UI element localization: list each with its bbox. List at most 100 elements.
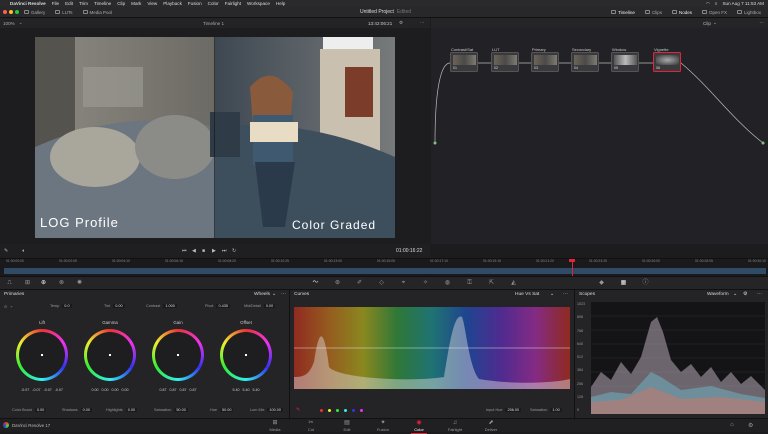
prev-clip-button[interactable]: ⏮ — [182, 248, 187, 254]
timeline-button[interactable]: Timeline — [606, 7, 640, 17]
auto-balance-icon[interactable]: ⊙ — [4, 304, 7, 309]
input-hue-value[interactable]: 256.00 — [505, 408, 522, 412]
page-media[interactable]: ⊞ Media — [259, 420, 291, 433]
node-primary[interactable]: Primary 03 — [531, 47, 559, 72]
red-swatch[interactable] — [320, 409, 323, 412]
node-contrast-sat[interactable]: Contrast/Sat 01 — [450, 47, 478, 72]
hue-control[interactable]: Hue 50.00 — [210, 408, 234, 412]
page-edit[interactable]: ▤ Edit — [331, 420, 363, 433]
menu-fairlight[interactable]: Fairlight — [225, 1, 241, 6]
curve-saturation-control[interactable]: Saturation 1.00 — [530, 408, 562, 412]
chevron-down-icon[interactable]: ⌄ — [272, 292, 276, 297]
lightbox-button[interactable]: Lightbox — [732, 7, 766, 17]
temp-control[interactable]: Temp 0.0 — [50, 304, 72, 308]
motion-effects-icon[interactable]: ✺ — [76, 280, 83, 287]
saturation-value[interactable]: 50.00 — [174, 408, 188, 412]
pen-tool-icon[interactable]: ✎ — [4, 248, 8, 254]
menu-mark[interactable]: Mark — [131, 1, 141, 6]
blue-swatch[interactable] — [352, 409, 355, 412]
lift-puck[interactable] — [41, 354, 43, 356]
offset-r[interactable]: 5.40 — [233, 388, 240, 392]
color-match-icon[interactable]: ⊞ — [24, 280, 31, 287]
wifi-icon[interactable]: ◠ — [706, 1, 710, 7]
gain-g[interactable]: 0.87 — [180, 388, 187, 392]
menu-edit[interactable]: Edit — [65, 1, 73, 6]
chevron-down-icon[interactable]: ⌄ — [19, 20, 23, 26]
lum-mix-value[interactable]: 100.00 — [267, 408, 283, 412]
sizing-icon[interactable]: ⇱ — [488, 280, 495, 287]
stop-button[interactable]: ■ — [202, 248, 205, 254]
loop-button[interactable]: ↻ — [232, 248, 236, 254]
tint-control[interactable]: Tint 0.00 — [104, 304, 125, 308]
media-pool-button[interactable]: Media Pool — [78, 7, 118, 17]
contrast-value[interactable]: 1.000 — [163, 304, 177, 308]
menu-file[interactable]: File — [52, 1, 59, 6]
menu-fusion[interactable]: Fusion — [188, 1, 202, 6]
gamma-r[interactable]: 0.00 — [102, 388, 109, 392]
more-options-icon[interactable]: ⋯ — [757, 292, 762, 297]
openfx-button[interactable]: Open FX — [697, 7, 732, 17]
camera-raw-icon[interactable]: ⎍ — [6, 280, 13, 287]
highlights-value[interactable]: 0.00 — [125, 408, 138, 412]
page-color[interactable]: ◉ Color — [403, 420, 435, 434]
chevron-down-icon[interactable]: ⌄ — [550, 292, 554, 297]
luts-button[interactable]: LUTs — [50, 7, 77, 17]
pivot-control[interactable]: Pivot 0.435 — [205, 304, 230, 308]
rgb-mixer-icon[interactable]: ⊗ — [58, 280, 65, 287]
offset-b[interactable]: 5.40 — [253, 388, 260, 392]
settings-icon[interactable]: ⚙ — [399, 20, 403, 26]
offset-color-ring[interactable] — [220, 329, 272, 381]
gallery-button[interactable]: Gallery — [19, 7, 50, 17]
gamma-color-ring[interactable] — [84, 329, 136, 381]
offset-puck[interactable] — [245, 354, 247, 356]
lift-wheel[interactable]: Lift -0.07 -0.07 -0.07 -0.07 — [12, 320, 72, 392]
highlights-control[interactable]: Highlights 0.00 — [106, 408, 138, 412]
tint-value[interactable]: 0.00 — [113, 304, 125, 308]
curve-saturation-value[interactable]: 1.00 — [550, 408, 562, 412]
gain-b[interactable]: 0.87 — [190, 388, 197, 392]
key-icon[interactable]: ⚿ — [466, 280, 473, 287]
blur-icon[interactable]: ◍ — [444, 280, 451, 287]
picker-icon[interactable]: ⌁ — [10, 304, 12, 309]
timeline-selector[interactable]: Timeline 1 — [203, 21, 224, 26]
saturation-control[interactable]: Saturation 50.00 — [154, 408, 188, 412]
color-warper-icon[interactable]: ⊛ — [334, 280, 341, 287]
zoom-dropdown[interactable]: 100% — [3, 21, 15, 26]
more-options-icon[interactable]: ⋯ — [281, 292, 286, 297]
more-options-icon[interactable]: ⋯ — [759, 20, 764, 26]
scopes-icon[interactable]: ▦ — [620, 280, 627, 287]
gain-r[interactable]: 0.87 — [170, 388, 177, 392]
window-icon[interactable]: ◇ — [378, 280, 385, 287]
menu-timeline[interactable]: Timeline — [94, 1, 111, 6]
curves-icon[interactable]: 〜 — [312, 280, 319, 287]
gamma-wheel[interactable]: Gamma 0.00 0.00 0.00 0.00 — [80, 320, 140, 392]
play-button[interactable]: ▶ — [212, 248, 216, 254]
mini-timeline[interactable]: 01:00:00:00 01:00:02:05 01:00:04:10 01:00:0… — [0, 258, 768, 277]
menu-workspace[interactable]: Workspace — [247, 1, 270, 6]
lift-r[interactable]: -0.07 — [32, 388, 40, 392]
tracker-icon[interactable]: ⌖ — [400, 280, 407, 287]
chevron-down-icon[interactable]: ⌄ — [733, 292, 737, 297]
lift-color-ring[interactable] — [16, 329, 68, 381]
gain-wheel[interactable]: Gain 0.87 0.87 0.87 0.87 — [148, 320, 208, 392]
menu-view[interactable]: View — [147, 1, 157, 6]
scope-settings-icon[interactable]: ⚙ — [743, 292, 747, 297]
video-frame[interactable]: LOG Profile Color Graded — [35, 37, 395, 238]
timeline-clip[interactable] — [4, 268, 766, 274]
hue-curve-graph[interactable] — [294, 307, 570, 389]
lift-g[interactable]: -0.07 — [44, 388, 52, 392]
middetail-value[interactable]: 0.00 — [263, 304, 276, 308]
middetail-control[interactable]: Mid/Detail 0.00 — [244, 304, 276, 308]
shadows-value[interactable]: 0.00 — [80, 408, 93, 412]
search-icon[interactable]: ⌕ — [715, 1, 718, 6]
reverse-button[interactable]: ◀ — [192, 248, 196, 254]
menu-color[interactable]: Color — [208, 1, 219, 6]
gain-color-ring[interactable] — [152, 329, 204, 381]
magenta-swatch[interactable] — [360, 409, 363, 412]
green-swatch[interactable] — [336, 409, 339, 412]
lift-b[interactable]: -0.07 — [55, 388, 63, 392]
node-secondary[interactable]: Secondary 04 — [571, 47, 599, 72]
close-window-button[interactable] — [3, 10, 7, 14]
gain-puck[interactable] — [177, 354, 179, 356]
yellow-swatch[interactable] — [328, 409, 331, 412]
